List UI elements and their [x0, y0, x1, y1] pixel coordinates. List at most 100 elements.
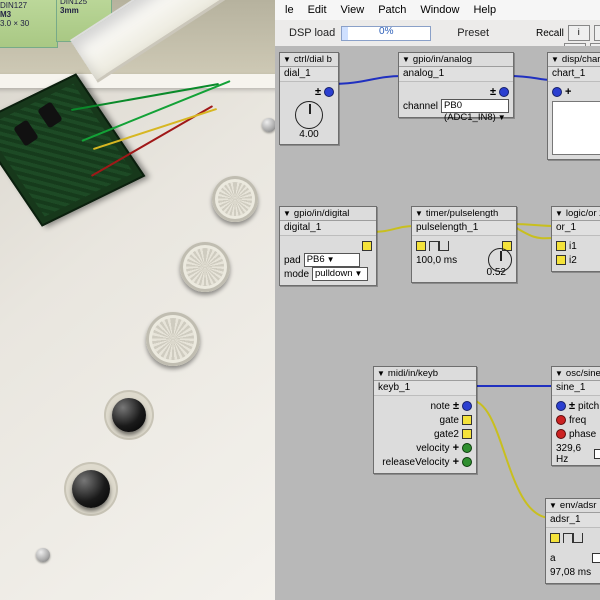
collapse-icon[interactable]: ▼: [283, 55, 291, 64]
preset-label: Preset: [457, 27, 489, 39]
node-instance: sine_1: [552, 381, 600, 396]
node-dial[interactable]: ▼ctrl/dial b dial_1 ± 4.00: [279, 52, 339, 145]
node-instance: pulselength_1: [412, 221, 516, 236]
in-port[interactable]: [552, 87, 562, 97]
out-port[interactable]: [594, 449, 600, 459]
node-type: midi/in/keyb: [388, 368, 438, 379]
node-analog-in[interactable]: ▼gpio/in/analog analog_1 ± channelPB0 (A…: [398, 52, 514, 118]
attack-label: a: [550, 553, 556, 564]
phase-label: phase: [569, 429, 596, 440]
node-instance: or_1: [552, 221, 600, 236]
collapse-icon[interactable]: ▼: [415, 209, 423, 218]
menu-patch[interactable]: Patch: [372, 2, 412, 18]
gate-port[interactable]: [462, 415, 472, 425]
collapse-icon[interactable]: ▼: [549, 501, 557, 510]
out-port[interactable]: [324, 87, 334, 97]
release-velocity-port[interactable]: [462, 457, 472, 467]
dial-value: 4.00: [284, 129, 334, 140]
node-instance: digital_1: [280, 221, 376, 236]
dial-control[interactable]: [488, 248, 512, 272]
rotary-knob: [212, 176, 258, 222]
attack-port[interactable]: [592, 553, 600, 563]
dial-control[interactable]: [295, 101, 323, 129]
collapse-icon[interactable]: ▼: [555, 209, 563, 218]
node-type: disp/chart p: [562, 54, 600, 65]
patch-canvas[interactable]: ▼ctrl/dial b dial_1 ± 4.00 ▼gpio/in/anal…: [275, 46, 600, 600]
note-port[interactable]: [462, 401, 472, 411]
gate-port[interactable]: [550, 533, 560, 543]
pulse-icon: [429, 241, 449, 251]
node-chart[interactable]: ▼disp/chart p chart_1 +: [547, 52, 600, 160]
mode-label: mode: [284, 269, 309, 280]
polarity-icon: ±: [315, 86, 321, 98]
node-digital-in[interactable]: ▼gpio/in/digital digital_1 padPB6 modepu…: [279, 206, 377, 286]
pitch-label: pitch: [578, 401, 599, 412]
dsp-load-label: DSP load: [289, 27, 335, 39]
channel-label: channel: [403, 101, 438, 112]
phase-port[interactable]: [556, 429, 566, 439]
attack-value: 97,08 ms: [550, 567, 591, 578]
freq-value: 329,6 Hz: [556, 443, 588, 465]
rotary-knob: [180, 242, 230, 292]
patcher-app: le Edit View Patch Window Help DSP load …: [275, 0, 600, 600]
node-type: logic/or 2: [566, 208, 600, 219]
mode-dropdown[interactable]: pulldown: [312, 267, 368, 281]
node-instance: analog_1: [399, 67, 513, 82]
note-label: note: [430, 401, 449, 412]
push-button: [112, 398, 146, 432]
chart-display: [552, 101, 600, 155]
push-button: [72, 470, 110, 508]
menu-file[interactable]: le: [279, 2, 300, 18]
node-pulselength[interactable]: ▼timer/pulselength pulselength_1 100,0 m…: [411, 206, 517, 283]
menu-view[interactable]: View: [335, 2, 371, 18]
out-port[interactable]: [499, 87, 509, 97]
node-type: env/adsr: [560, 500, 596, 511]
in-port-i2[interactable]: [556, 255, 566, 265]
velocity-port[interactable]: [462, 443, 472, 453]
pulse-icon: [563, 533, 583, 543]
menu-window[interactable]: Window: [414, 2, 465, 18]
collapse-icon[interactable]: ▼: [283, 209, 291, 218]
menu-help[interactable]: Help: [467, 2, 502, 18]
pad-label: pad: [284, 255, 301, 266]
recall-label: Recall: [536, 28, 564, 39]
channel-dropdown[interactable]: PB0 (ADC1_IN8): [441, 99, 509, 113]
node-type: ctrl/dial b: [294, 54, 332, 65]
collapse-icon[interactable]: ▼: [551, 55, 559, 64]
node-type: gpio/in/analog: [413, 54, 472, 65]
gate2-port[interactable]: [462, 429, 472, 439]
recall-i-button[interactable]: i: [568, 25, 590, 41]
freq-port[interactable]: [556, 415, 566, 425]
node-type: timer/pulselength: [426, 208, 498, 219]
pad-dropdown[interactable]: PB6: [304, 253, 360, 267]
gate-label: gate: [440, 415, 459, 426]
release-velocity-label: releaseVelocity: [382, 457, 449, 468]
collapse-icon[interactable]: ▼: [555, 369, 563, 378]
recall-1-button[interactable]: 1: [594, 25, 600, 41]
parts-box-1: DIN127 M3 3.0 × 30: [0, 0, 58, 48]
node-instance: adsr_1: [546, 513, 600, 528]
in-port[interactable]: [416, 241, 426, 251]
gate2-label: gate2: [434, 429, 459, 440]
circuit-board: [0, 73, 145, 226]
pitch-port[interactable]: [556, 401, 566, 411]
collapse-icon[interactable]: ▼: [402, 55, 410, 64]
hardware-photo: DIN127 M3 3.0 × 30 DIN125 3mm: [0, 0, 275, 600]
node-type: gpio/in/digital: [294, 208, 349, 219]
node-instance: chart_1: [548, 67, 600, 82]
velocity-label: velocity: [416, 443, 449, 454]
node-logic-or[interactable]: ▼logic/or 2 or_1 i1 i2: [551, 206, 600, 272]
node-env-adsr[interactable]: ▼env/adsr adsr_1 a 97,08 ms: [545, 498, 600, 584]
length-value: 100,0 ms: [416, 255, 457, 266]
i1-label: i1: [569, 241, 577, 252]
in-port-i1[interactable]: [556, 241, 566, 251]
node-midi-keyb[interactable]: ▼midi/in/keyb keyb_1 note± gate gate2 ve…: [373, 366, 477, 474]
node-instance: dial_1: [280, 67, 338, 82]
out-port[interactable]: [362, 241, 372, 251]
node-instance: keyb_1: [374, 381, 476, 396]
polarity-icon: ±: [490, 86, 496, 98]
menu-edit[interactable]: Edit: [302, 2, 333, 18]
i2-label: i2: [569, 255, 577, 266]
collapse-icon[interactable]: ▼: [377, 369, 385, 378]
node-osc-sine[interactable]: ▼osc/sine sine_1 ±pitch freq phase 329,6…: [551, 366, 600, 466]
